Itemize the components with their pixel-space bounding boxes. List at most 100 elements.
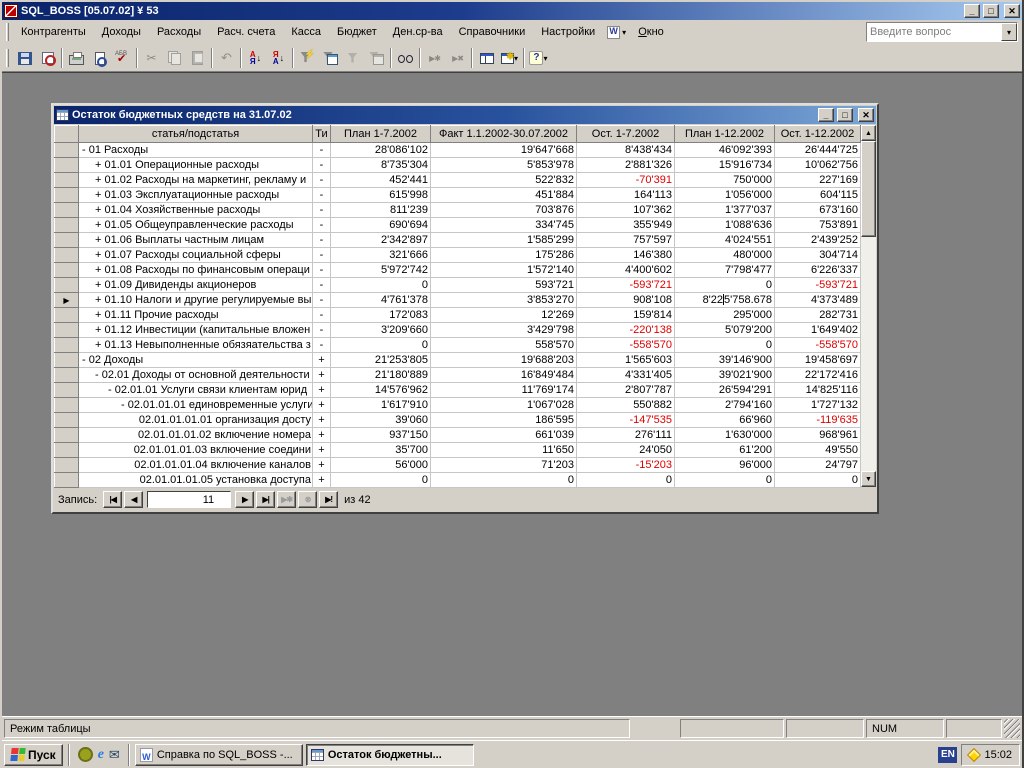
value-cell[interactable]: 452'441 <box>331 173 431 188</box>
value-cell[interactable]: 1'727'132 <box>775 398 861 413</box>
table-row[interactable]: + 01.07 Расходы социальной сферы-321'666… <box>55 248 861 263</box>
value-cell[interactable]: 1'572'140 <box>431 263 577 278</box>
language-indicator[interactable]: EN <box>938 747 957 763</box>
row-selector[interactable] <box>55 308 79 323</box>
value-cell[interactable]: -147'535 <box>577 413 675 428</box>
format-search-button[interactable] <box>36 47 59 69</box>
table-row[interactable]: + 01.04 Хозяйственные расходы-811'239703… <box>55 203 861 218</box>
value-cell[interactable]: 26'594'291 <box>675 383 775 398</box>
value-cell[interactable]: 7'798'477 <box>675 263 775 278</box>
article-cell[interactable]: + 01.12 Инвестиции (капитальные вложен <box>79 323 313 338</box>
type-cell[interactable]: + <box>313 443 331 458</box>
value-cell[interactable]: 4'024'551 <box>675 233 775 248</box>
spelling-button[interactable] <box>111 47 134 69</box>
value-cell[interactable]: 46'092'393 <box>675 143 775 158</box>
type-cell[interactable]: - <box>313 323 331 338</box>
value-cell[interactable]: 673'160 <box>775 203 861 218</box>
article-cell[interactable]: 02.01.01.01.04 включение каналов <box>79 458 313 473</box>
table-row[interactable]: - 02.01.01 Услуги связи клиентам юрид+14… <box>55 383 861 398</box>
value-cell[interactable]: 2'342'897 <box>331 233 431 248</box>
app-icon[interactable] <box>4 4 18 18</box>
first-record-button[interactable]: |◀ <box>103 491 122 508</box>
value-cell[interactable]: 1'649'402 <box>775 323 861 338</box>
row-selector[interactable] <box>55 398 79 413</box>
value-cell[interactable]: 35'700 <box>331 443 431 458</box>
article-cell[interactable]: 02.01.01.01.02 включение номера <box>79 428 313 443</box>
row-selector[interactable] <box>55 188 79 203</box>
value-cell[interactable]: 295'000 <box>675 308 775 323</box>
value-cell[interactable]: 164'113 <box>577 188 675 203</box>
scrollbar-track[interactable] <box>861 237 876 471</box>
type-cell[interactable]: - <box>313 218 331 233</box>
column-header[interactable]: Ост. 1-12.2002 <box>775 126 861 143</box>
new-object-button[interactable]: ✱▾ <box>498 47 521 69</box>
row-selector[interactable] <box>55 473 79 488</box>
type-cell[interactable]: - <box>313 293 331 308</box>
taskbar-task-button[interactable]: Остаток бюджетны... <box>306 744 474 766</box>
next-record-button[interactable]: ▶ <box>235 491 254 508</box>
chevron-down-icon[interactable]: ▾ <box>514 54 518 63</box>
table-row[interactable]: - 01 Расходы-28'086'10219'647'6688'438'4… <box>55 143 861 158</box>
value-cell[interactable]: 937'150 <box>331 428 431 443</box>
table-row[interactable]: - 02.01.01.01 единовременные услуги+1'61… <box>55 398 861 413</box>
value-cell[interactable]: 3'429'798 <box>431 323 577 338</box>
article-cell[interactable]: 02.01.01.01.03 включение соедини <box>79 443 313 458</box>
value-cell[interactable]: 175'286 <box>431 248 577 263</box>
value-cell[interactable]: 522'832 <box>431 173 577 188</box>
type-cell[interactable]: - <box>313 158 331 173</box>
type-cell[interactable]: - <box>313 233 331 248</box>
value-cell[interactable]: -70'391 <box>577 173 675 188</box>
type-cell[interactable]: + <box>313 473 331 488</box>
value-cell[interactable]: -593'721 <box>577 278 675 293</box>
type-cell[interactable]: + <box>313 368 331 383</box>
value-cell[interactable]: 66'960 <box>675 413 775 428</box>
menu-item-rasch-scheta[interactable]: Расч. счета <box>209 23 283 41</box>
value-cell[interactable]: 1'617'910 <box>331 398 431 413</box>
value-cell[interactable]: 19'688'203 <box>431 353 577 368</box>
table-row[interactable]: - 02 Доходы+21'253'80519'688'2031'565'60… <box>55 353 861 368</box>
value-cell[interactable]: 71'203 <box>431 458 577 473</box>
value-cell[interactable]: 5'972'742 <box>331 263 431 278</box>
child-close-button[interactable]: ✕ <box>858 108 874 122</box>
value-cell[interactable]: 1'067'028 <box>431 398 577 413</box>
article-cell[interactable]: + 01.03 Эксплуатационные расходы <box>79 188 313 203</box>
value-cell[interactable]: 6'226'337 <box>775 263 861 278</box>
type-cell[interactable]: - <box>313 338 331 353</box>
article-cell[interactable]: - 02 Доходы <box>79 353 313 368</box>
value-cell[interactable]: -15'203 <box>577 458 675 473</box>
value-cell[interactable]: 0 <box>675 338 775 353</box>
value-cell[interactable]: 604'115 <box>775 188 861 203</box>
table-row[interactable]: + 01.03 Эксплуатационные расходы-615'998… <box>55 188 861 203</box>
value-cell[interactable]: 661'039 <box>431 428 577 443</box>
minimize-button[interactable]: _ <box>964 4 980 18</box>
menu-item-kassa[interactable]: Касса <box>283 23 329 41</box>
article-cell[interactable]: - 02.01.01.01 единовременные услуги <box>79 398 313 413</box>
menu-item-nastroyki[interactable]: Настройки <box>533 23 603 41</box>
help-button[interactable]: ▾ <box>527 47 550 69</box>
type-cell[interactable]: - <box>313 308 331 323</box>
row-selector[interactable] <box>55 248 79 263</box>
value-cell[interactable]: 14'576'962 <box>331 383 431 398</box>
scrollbar-thumb[interactable] <box>861 141 876 237</box>
value-cell[interactable]: 4'373'489 <box>775 293 861 308</box>
table-row[interactable]: 02.01.01.01.04 включение каналов+56'0007… <box>55 458 861 473</box>
type-cell[interactable]: - <box>313 143 331 158</box>
row-selector[interactable] <box>55 323 79 338</box>
value-cell[interactable]: 0 <box>675 473 775 488</box>
table-row[interactable]: + 01.05 Общеуправленческие расходы-690'6… <box>55 218 861 233</box>
value-cell[interactable]: 550'882 <box>577 398 675 413</box>
article-cell[interactable]: + 01.02 Расходы на маркетинг, рекламу и <box>79 173 313 188</box>
value-cell[interactable]: 159'814 <box>577 308 675 323</box>
value-cell[interactable]: 2'881'326 <box>577 158 675 173</box>
value-cell[interactable]: 39'060 <box>331 413 431 428</box>
value-cell[interactable]: 811'239 <box>331 203 431 218</box>
value-cell[interactable]: 39'021'900 <box>675 368 775 383</box>
value-cell[interactable]: 3'209'660 <box>331 323 431 338</box>
value-cell[interactable]: 968'961 <box>775 428 861 443</box>
value-cell[interactable]: 750'000 <box>675 173 775 188</box>
value-cell[interactable]: 8'438'434 <box>577 143 675 158</box>
menu-item-okno[interactable]: Окно <box>630 23 672 41</box>
table-row[interactable]: ▶+ 01.10 Налоги и другие регулируемые вы… <box>55 293 861 308</box>
table-row[interactable]: + 01.02 Расходы на маркетинг, рекламу и -… <box>55 173 861 188</box>
article-cell[interactable]: + 01.11 Прочие расходы <box>79 308 313 323</box>
